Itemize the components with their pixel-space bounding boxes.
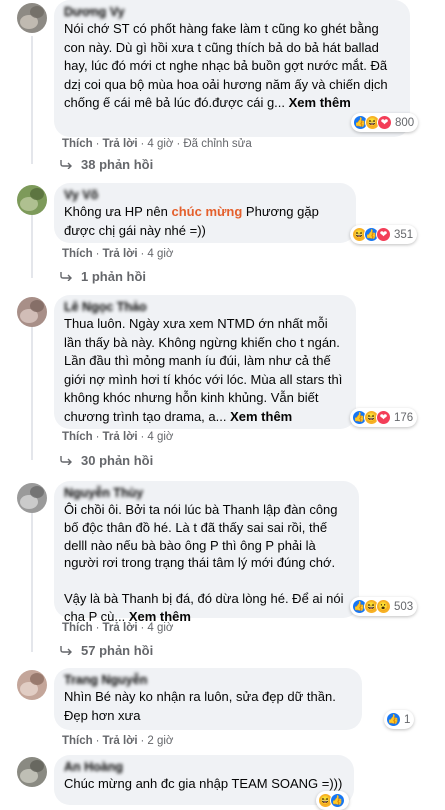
comment-time[interactable]: 2 giờ [147,735,173,747]
reaction-summary[interactable]: 😆 👍 ❤ 351 [350,225,418,244]
reply-arrow-icon [60,272,72,281]
view-replies-button[interactable]: 1 phản hồi [60,269,146,284]
reaction-summary[interactable]: 👍 😆 ❤ 800 [351,113,419,132]
reply-arrow-icon [60,646,72,655]
reaction-count: 1 [404,713,411,726]
avatar[interactable] [17,483,47,513]
reply-arrow-icon [60,456,72,465]
comment-actions: Thích · Trả lời · 4 giờ [62,622,174,634]
comment-actions: Thích · Trả lời · 4 giờ · Đã chỉnh sửa [62,138,252,150]
comment-author[interactable]: Vy Võ [64,188,345,202]
like-button[interactable]: Thích [62,138,93,150]
reply-button[interactable]: Trả lời [103,138,138,150]
wow-reaction-icon: 😮 [376,599,391,614]
like-button[interactable]: Thích [62,248,93,260]
comment-text: Ôi chồi ôi. Bởi ta nói lúc bà Thanh lập … [64,502,344,624]
avatar[interactable] [17,185,47,215]
comment-actions: Thích · Trả lời · 4 giờ [62,431,174,443]
thread-line [31,512,33,652]
like-button[interactable]: Thích [62,431,93,443]
reaction-summary[interactable]: 😆 👍 [316,791,349,810]
comment-time[interactable]: 4 giờ [147,248,173,260]
view-replies-button[interactable]: 38 phản hồi [60,157,153,172]
comment-bubble: Vy Võ Không ưa HP nên chúc mừng Phương g… [54,183,356,243]
comment-actions: Thích · Trả lời · 4 giờ [62,248,174,260]
comment-bubble: An Hoàng Chúc mừng anh đc gia nhập TEAM … [54,755,354,805]
comment-author[interactable]: Dương Vy [64,5,399,19]
view-replies-button[interactable]: 57 phản hồi [60,643,153,658]
see-more-link[interactable]: Xem thêm [289,95,351,110]
reaction-summary[interactable]: 👍 😆 ❤ 176 [350,408,418,427]
avatar[interactable] [17,3,47,33]
edited-label: Đã chỉnh sửa [183,138,252,150]
comment-time[interactable]: 4 giờ [147,138,173,150]
comment-time[interactable]: 4 giờ [147,431,173,443]
reaction-count: 176 [394,411,414,424]
like-reaction-icon: 👍 [386,712,401,727]
love-reaction-icon: ❤ [376,410,391,425]
comment-text: Chúc mừng anh đc gia nhập TEAM SOANG =))… [64,776,343,791]
reply-button[interactable]: Trả lời [103,622,138,634]
comment-author[interactable]: Lê Ngọc Thảo [64,300,345,314]
highlighted-keyword[interactable]: chúc mừng [172,204,243,219]
avatar[interactable] [17,757,47,787]
comment-text: Không ưa HP nên chúc mừng Phương gặp đượ… [64,204,319,238]
thread-line [31,325,33,460]
like-button[interactable]: Thích [62,622,93,634]
comment-author[interactable]: An Hoàng [64,760,343,774]
reaction-count: 800 [395,116,415,129]
avatar[interactable] [17,297,47,327]
comment-time[interactable]: 4 giờ [147,622,173,634]
see-more-link[interactable]: Xem thêm [230,409,292,424]
comment-bubble: Trang Nguyễn Nhìn Bé này ko nhận ra luôn… [54,668,362,730]
reply-arrow-icon [60,160,72,169]
comment-bubble: Nguyễn Thùy Ôi chồi ôi. Bởi ta nói lúc b… [54,481,359,624]
comment-text: Nói chớ ST có phốt hàng fake làm t cũng … [64,21,388,110]
thread-line [31,213,33,278]
reply-button[interactable]: Trả lời [103,248,138,260]
like-reaction-icon: 👍 [330,793,345,808]
comment-bubble: Lê Ngọc Thảo Thua luôn. Ngày xưa xem NTM… [54,295,356,429]
like-button[interactable]: Thích [62,735,93,747]
comment-author[interactable]: Trang Nguyễn [64,673,351,687]
love-reaction-icon: ❤ [377,115,392,130]
comment-actions: Thích · Trả lời · 2 giờ [62,735,174,747]
thread-line [31,36,33,164]
comment-author[interactable]: Nguyễn Thùy [64,486,348,500]
reply-button[interactable]: Trả lời [103,431,138,443]
reaction-summary[interactable]: 👍 1 [384,710,415,729]
comment-text: Thua luôn. Ngày xưa xem NTMD ớn nhất mỗi… [64,316,343,424]
reaction-summary[interactable]: 👍 😆 😮 503 [350,597,418,616]
reply-button[interactable]: Trả lời [103,735,138,747]
view-replies-button[interactable]: 30 phản hồi [60,453,153,468]
reaction-count: 351 [394,228,414,241]
comment-text: Nhìn Bé này ko nhận ra luôn, sửa đẹp dữ … [64,689,336,723]
love-reaction-icon: ❤ [376,227,391,242]
reaction-count: 503 [394,600,414,613]
avatar[interactable] [17,670,47,700]
